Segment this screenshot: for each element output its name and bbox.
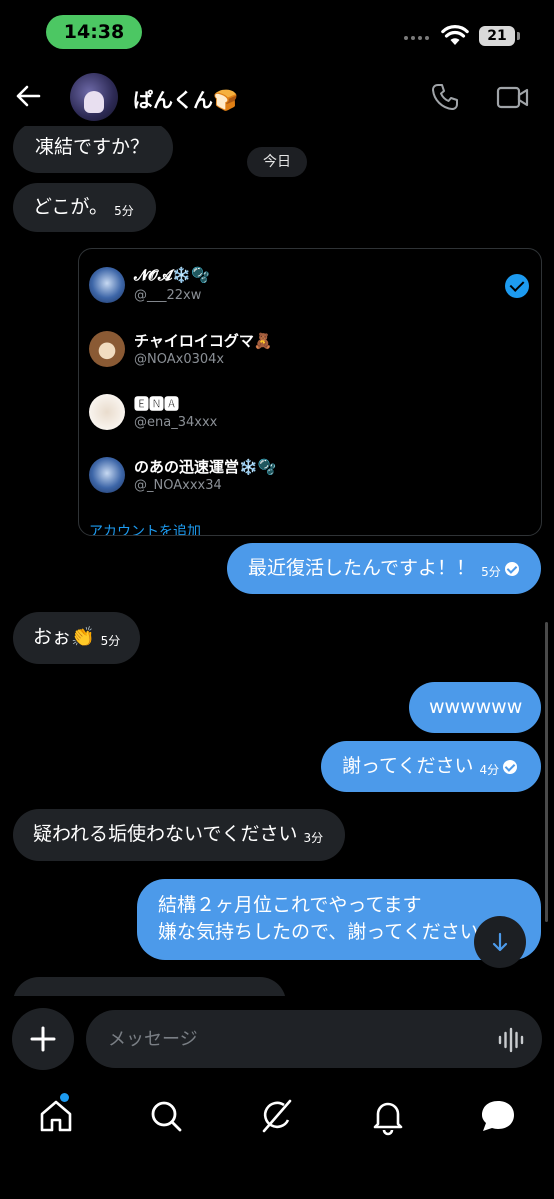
account-handle: @NOAx0304x bbox=[134, 352, 225, 367]
video-camera-icon[interactable] bbox=[496, 85, 530, 111]
message-bubble-outgoing[interactable]: 最近復活したんですよ！！ 5分 bbox=[227, 543, 541, 594]
account-name: チャイロイコグマ🧸 bbox=[134, 332, 273, 350]
plus-icon bbox=[30, 1026, 56, 1052]
attach-button[interactable] bbox=[12, 1008, 74, 1070]
message-time: 4分 bbox=[479, 763, 500, 777]
account-avatar bbox=[89, 267, 125, 303]
message-text-line: 結構２ヶ月位これでやってます bbox=[158, 894, 422, 916]
home-notification-dot bbox=[60, 1093, 69, 1102]
message-bubble-outgoing[interactable]: wwwwww bbox=[409, 682, 541, 733]
account-row[interactable]: のあの迅速運営❄️🫧 @_NOAxxx34 bbox=[79, 445, 541, 505]
message-time: 5分 bbox=[100, 634, 121, 648]
status-time: 14:38 bbox=[46, 15, 142, 49]
account-switcher-card: 𝓝𝓞𝓐❄️🫧 @___22xw チャイロイコグマ🧸 @NOAx0304x 🅴🅽🅰… bbox=[78, 248, 542, 536]
phone-icon[interactable] bbox=[430, 82, 460, 112]
message-time: 5分 bbox=[481, 565, 501, 579]
account-name: 🅴🅽🅰 bbox=[134, 395, 180, 413]
voice-wave-icon[interactable] bbox=[497, 1027, 525, 1053]
arrow-down-icon bbox=[492, 932, 508, 952]
conversation-header: ぱんくん🍞 bbox=[0, 70, 554, 126]
contact-avatar[interactable] bbox=[70, 73, 118, 121]
wifi-icon bbox=[441, 25, 469, 45]
account-row[interactable]: 𝓝𝓞𝓐❄️🫧 @___22xw bbox=[79, 255, 541, 315]
grok-icon[interactable] bbox=[257, 1096, 297, 1136]
read-check-icon bbox=[504, 562, 519, 576]
scroll-to-bottom-button[interactable] bbox=[474, 916, 526, 968]
search-icon[interactable] bbox=[146, 1096, 186, 1136]
message-text: 最近復活したんですよ！！ bbox=[248, 557, 476, 579]
message-text: おぉ👏 bbox=[33, 626, 95, 648]
account-row[interactable]: チャイロイコグマ🧸 @NOAx0304x bbox=[79, 319, 541, 379]
message-bubble-incoming[interactable]: 凍結ですか？ bbox=[13, 126, 174, 173]
checkmark-icon bbox=[505, 274, 529, 298]
message-bubble-incoming[interactable]: 疑われる垢使わないでください 3分 bbox=[13, 809, 346, 861]
home-icon[interactable] bbox=[36, 1096, 76, 1136]
account-name: 𝓝𝓞𝓐❄️🫧 bbox=[134, 266, 210, 284]
back-arrow-icon[interactable] bbox=[14, 82, 42, 110]
account-avatar bbox=[89, 457, 125, 493]
message-text: どこが。 bbox=[33, 196, 109, 218]
account-row[interactable]: 🅴🅽🅰 @ena_34xxx bbox=[79, 382, 541, 442]
message-bubble-outgoing[interactable]: 謝ってください 4分 bbox=[321, 741, 541, 792]
cellular-signal-icon bbox=[404, 36, 429, 40]
message-composer bbox=[0, 1008, 554, 1072]
status-bar: 14:38 21 bbox=[0, 0, 554, 64]
message-text: 謝ってください bbox=[342, 755, 474, 777]
add-account-link[interactable]: アカウントを追加 bbox=[89, 521, 201, 535]
message-time: 5分 bbox=[114, 204, 134, 218]
battery-tip bbox=[517, 32, 520, 40]
account-avatar bbox=[89, 394, 125, 430]
contact-name[interactable]: ぱんくん🍞 bbox=[133, 84, 238, 113]
battery-indicator: 21 bbox=[479, 26, 515, 46]
date-divider: 今日 bbox=[247, 147, 307, 177]
message-bubble-incoming[interactable]: どこが。 5分 bbox=[13, 183, 156, 232]
message-text: 凍結ですか？ bbox=[35, 136, 150, 158]
message-bubble-incoming[interactable] bbox=[13, 977, 286, 996]
message-time: 3分 bbox=[303, 831, 324, 845]
account-avatar bbox=[89, 331, 125, 367]
account-handle: @___22xw bbox=[134, 288, 202, 303]
scrollbar[interactable] bbox=[545, 622, 548, 922]
message-input[interactable] bbox=[86, 1010, 542, 1068]
account-handle: @_NOAxxx34 bbox=[134, 478, 222, 493]
bottom-navigation bbox=[0, 1090, 554, 1150]
message-text: wwwwww bbox=[429, 696, 523, 718]
account-name: のあの迅速運営❄️🫧 bbox=[134, 458, 277, 476]
account-handle: @ena_34xxx bbox=[134, 415, 218, 430]
message-text: 疑われる垢使わないでください bbox=[33, 823, 298, 845]
message-bubble-incoming[interactable]: おぉ👏 5分 bbox=[13, 612, 141, 664]
message-list[interactable]: 凍結ですか？ 今日 どこが。 5分 𝓝𝓞𝓐❄️🫧 @___22xw チャイロイコグ… bbox=[0, 126, 554, 996]
bell-icon[interactable] bbox=[368, 1096, 408, 1136]
read-check-icon bbox=[503, 760, 518, 774]
messages-icon[interactable] bbox=[478, 1096, 518, 1136]
